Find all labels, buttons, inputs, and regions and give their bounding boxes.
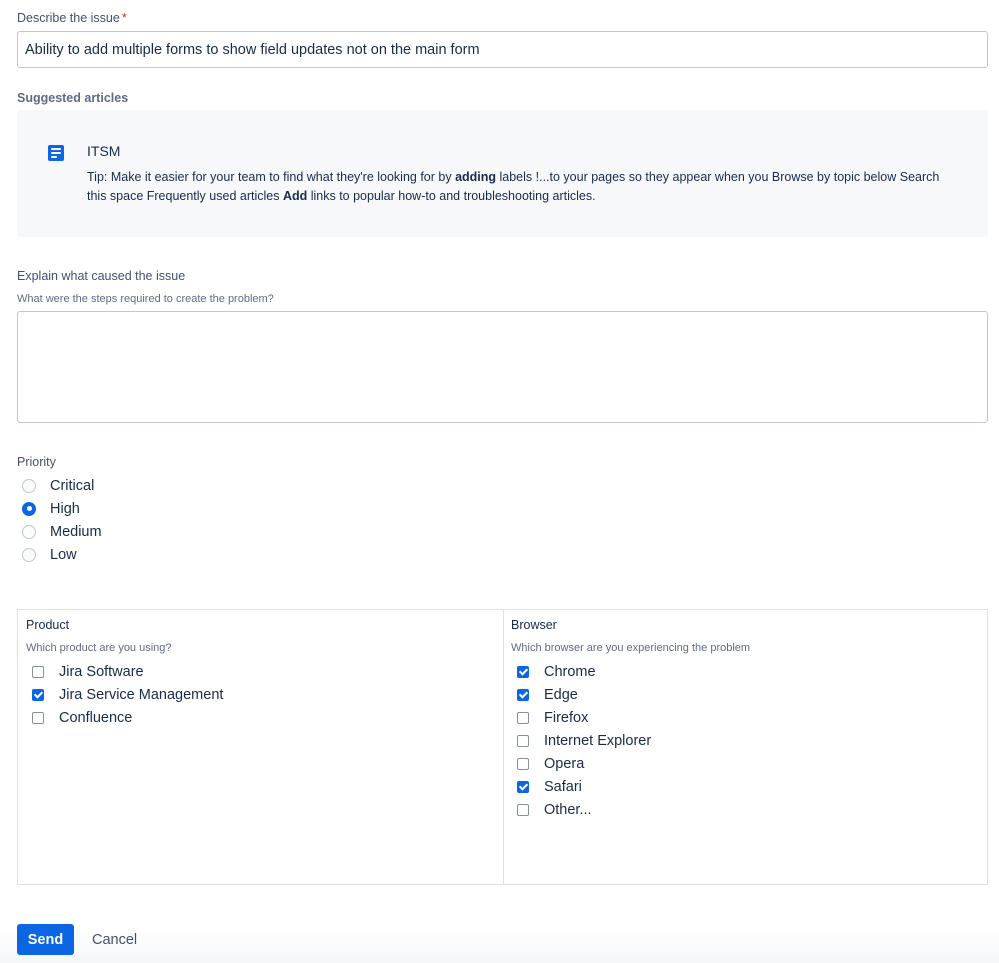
checkbox[interactable] [517,803,529,816]
browser-option-label: Internet Explorer [544,732,652,749]
checkbox[interactable] [517,757,529,770]
required-indicator: * [121,11,127,25]
product-option-label: Jira Software [59,663,144,680]
radio-button[interactable] [22,547,36,562]
product-column: Product Which product are you using? Jir… [18,610,504,884]
product-helper: Which product are you using? [26,642,172,654]
suggested-articles-panel: ITSM Tip: Make it easier for your team t… [17,110,988,237]
priority-label: Priority [17,455,56,469]
footer-shade [0,925,999,963]
checkbox[interactable] [517,780,529,793]
excerpt-part: Tip: Make it easier for your team to fin… [87,170,456,184]
priority-radio-group: Critical High Medium Low [22,474,102,566]
explain-cause-textarea[interactable] [17,311,988,423]
browser-option-safari[interactable]: Safari [517,775,651,798]
priority-option-label: Critical [50,477,95,494]
browser-option-firefox[interactable]: Firefox [517,706,651,729]
cancel-button[interactable]: Cancel [84,924,145,955]
checkbox[interactable] [32,711,44,724]
priority-option-label: Medium [50,523,102,540]
browser-option-opera[interactable]: Opera [517,752,651,775]
checkbox[interactable] [517,665,529,678]
radio-button[interactable] [22,478,36,493]
priority-option-high[interactable]: High [22,497,102,520]
browser-helper: Which browser are you experiencing the p… [511,642,751,654]
product-label: Product [26,618,70,632]
product-option-jira-software[interactable]: Jira Software [32,660,223,683]
describe-issue-label: Describe the issue * [17,11,127,25]
product-checkbox-group: Jira Software Jira Service Management Conf… [32,660,223,729]
product-option-label: Confluence [59,709,133,726]
priority-option-label: Low [50,546,77,563]
browser-column: Browser Which browser are you experienci… [503,610,987,884]
checkbox[interactable] [32,688,44,701]
checkbox[interactable] [32,665,44,678]
browser-option-internet-explorer[interactable]: Internet Explorer [517,729,651,752]
browser-option-chrome[interactable]: Chrome [517,660,651,683]
checkbox[interactable] [517,734,529,747]
browser-option-edge[interactable]: Edge [517,683,651,706]
product-browser-grid: Product Which product are you using? Jir… [17,609,988,885]
explain-cause-label: Explain what caused the issue [17,269,186,283]
excerpt-highlight: adding [455,170,497,184]
product-option-label: Jira Service Management [59,686,224,703]
browser-option-label: Opera [544,755,585,772]
suggested-articles-heading: Suggested articles [17,91,129,105]
send-button[interactable]: Send [17,924,74,955]
priority-option-critical[interactable]: Critical [22,474,102,497]
describe-issue-label-text: Describe the issue [17,11,120,25]
browser-option-label: Other... [544,801,592,818]
browser-option-label: Edge [544,686,578,703]
product-option-confluence[interactable]: Confluence [32,706,223,729]
browser-option-label: Safari [544,778,582,795]
radio-button[interactable] [22,524,36,539]
browser-checkbox-group: Chrome Edge Firefox Internet Explorer Opera S… [517,660,651,821]
article-excerpt: Tip: Make it easier for your team to fin… [87,168,957,206]
product-option-jira-service-management[interactable]: Jira Service Management [32,683,223,706]
checkbox[interactable] [517,711,529,724]
browser-option-label: Chrome [544,663,596,680]
priority-option-label: High [50,500,80,517]
browser-option-other[interactable]: Other... [517,798,651,821]
document-icon [48,145,64,161]
priority-option-low[interactable]: Low [22,543,102,566]
describe-issue-input[interactable] [17,31,988,68]
priority-option-medium[interactable]: Medium [22,520,102,543]
explain-cause-helper: What were the steps required to create t… [17,293,274,305]
browser-option-label: Firefox [544,709,589,726]
excerpt-part: links to popular how-to and troubleshoot… [307,189,596,203]
checkbox[interactable] [517,688,529,701]
radio-button[interactable] [22,501,36,516]
excerpt-highlight: Add [282,189,308,203]
browser-label: Browser [511,618,557,632]
article-title[interactable]: ITSM [87,143,120,159]
